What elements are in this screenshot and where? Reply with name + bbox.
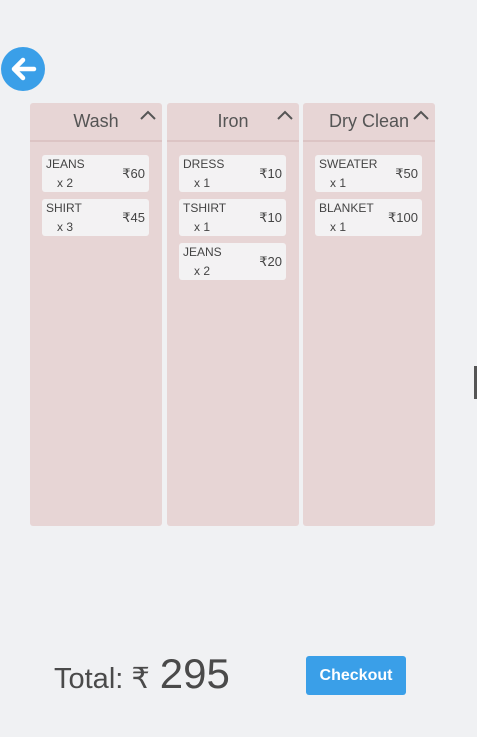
item-name: SHIRT — [46, 201, 82, 215]
item-name: JEANS — [46, 157, 85, 171]
column-title: Wash — [73, 111, 119, 131]
item-quantity: x 3 — [57, 220, 74, 234]
total-currency: ₹ — [131, 663, 150, 695]
column-header[interactable]: Dry Clean — [303, 103, 435, 142]
column-header[interactable]: Wash — [30, 103, 162, 142]
order-total: Total: ₹ 295 — [54, 650, 230, 698]
item-quantity: x 1 — [330, 220, 347, 234]
chevron-up-icon[interactable] — [138, 108, 158, 122]
column-title: Dry Clean — [328, 111, 410, 131]
item-name: BLANKET — [319, 201, 374, 215]
item-price: ₹50 — [395, 166, 418, 181]
item-quantity: x 2 — [194, 264, 211, 278]
list-item: SHIRT x 3 ₹45 — [42, 199, 149, 236]
item-price: ₹20 — [259, 254, 282, 269]
checkout-button[interactable]: Checkout — [306, 656, 406, 695]
column-dry-clean: Dry Clean SWEATER x 1 ₹50 BLANKET x 1 ₹1… — [303, 103, 435, 526]
item-price: ₹10 — [259, 166, 282, 181]
item-price: ₹10 — [259, 210, 282, 225]
list-item: SWEATER x 1 ₹50 — [315, 155, 422, 192]
item-price: ₹45 — [122, 210, 145, 225]
item-quantity: x 2 — [57, 176, 74, 190]
list-item: JEANS x 2 ₹20 — [179, 243, 286, 280]
column-header[interactable]: Iron — [167, 103, 299, 142]
column-title: Iron — [217, 111, 249, 131]
arrow-left-icon — [11, 57, 37, 81]
chevron-up-icon[interactable] — [411, 108, 431, 122]
list-item: JEANS x 2 ₹60 — [42, 155, 149, 192]
list-item: DRESS x 1 ₹10 — [179, 155, 286, 192]
list-item: TSHIRT x 1 ₹10 — [179, 199, 286, 236]
item-name: TSHIRT — [183, 201, 227, 215]
back-button[interactable] — [1, 47, 45, 91]
item-quantity: x 1 — [194, 176, 211, 190]
item-name: DRESS — [183, 157, 225, 171]
total-label: Total: — [54, 663, 124, 695]
item-price: ₹60 — [122, 166, 145, 181]
item-quantity: x 1 — [330, 176, 347, 190]
column-wash: Wash JEANS x 2 ₹60 SHIRT x 3 ₹45 — [30, 103, 162, 526]
list-item: BLANKET x 1 ₹100 — [315, 199, 422, 236]
column-iron: Iron DRESS x 1 ₹10 TSHIRT x 1 ₹10 JEANS … — [167, 103, 299, 526]
chevron-up-icon[interactable] — [275, 108, 295, 122]
total-amount: 295 — [159, 650, 230, 697]
item-quantity: x 1 — [194, 220, 211, 234]
item-name: JEANS — [183, 245, 222, 259]
item-name: SWEATER — [319, 157, 378, 171]
item-price: ₹100 — [388, 210, 418, 225]
